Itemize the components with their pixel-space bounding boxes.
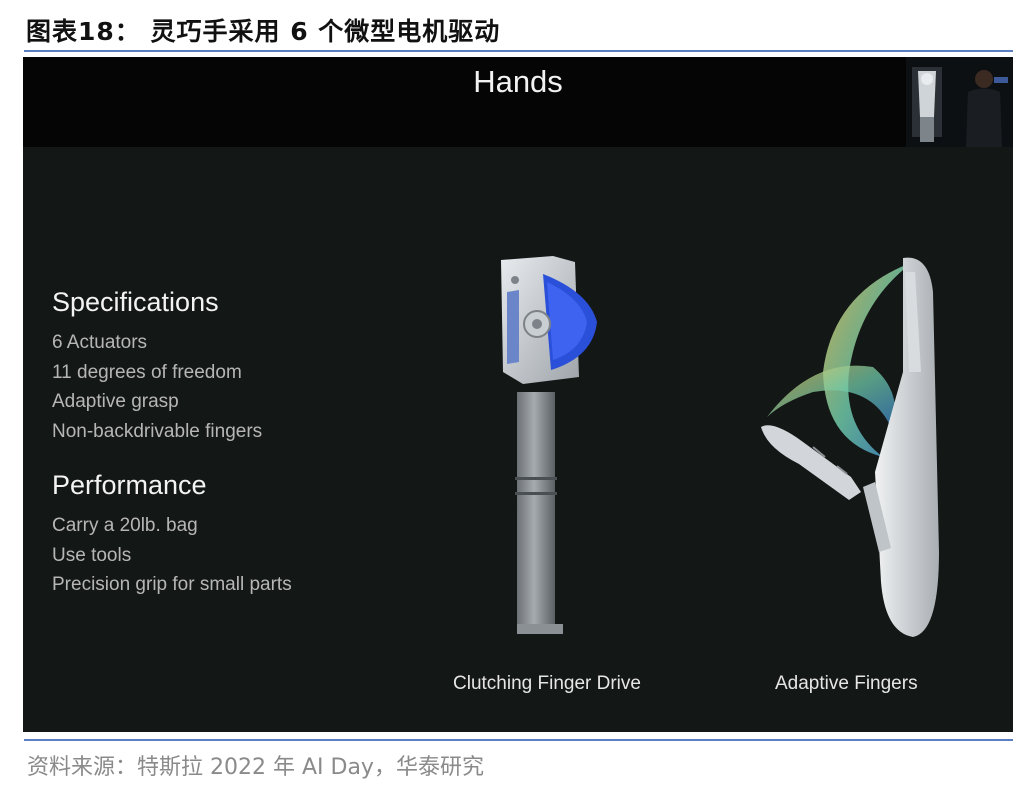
slide-header: Hands [23,57,1013,147]
specifications-heading: Specifications [52,287,219,317]
spec-item: Adaptive grasp [52,391,179,412]
adaptive-fingers-illustration [761,257,939,637]
bottom-divider [24,739,1013,741]
spec-item: Non-backdrivable fingers [52,420,263,442]
spec-item: 6 Actuators [52,332,148,353]
performance-heading: Performance [52,470,207,500]
top-divider [24,50,1013,52]
finger-drive-illustration [501,256,597,634]
specifications-panel: Specifications 6 Actuators 11 degrees of… [52,287,292,600]
spec-item: 11 degrees of freedom [52,361,242,383]
figure-title: 图表18： 灵巧手采用 6 个微型电机驱动 [26,17,501,46]
performance-item: Use tools [52,544,132,566]
slide-screenshot: Hands Specifications 6 Actuators 11 degr… [23,57,1013,732]
slide-title: Hands [473,64,563,99]
caption-clutching-finger-drive: Clutching Finger Drive [453,673,641,694]
performance-item: Precision grip for small parts [52,574,292,595]
caption-adaptive-fingers: Adaptive Fingers [775,673,918,694]
performance-item: Carry a 20lb. bag [52,515,198,536]
presenter-video-thumbnail [906,57,1013,147]
source-note: 资料来源：特斯拉 2022 年 AI Day，华泰研究 [27,755,484,780]
